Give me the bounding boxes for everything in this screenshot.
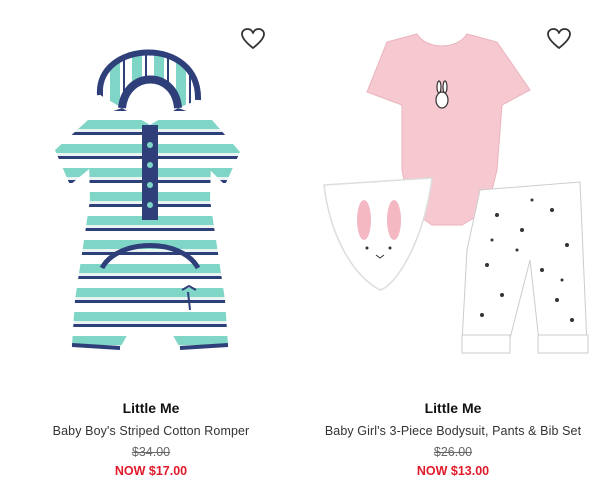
original-price: $26.00: [433, 445, 473, 459]
sale-price: NOW $13.00: [416, 464, 490, 478]
product-brand[interactable]: Little Me: [302, 398, 604, 418]
heart-outline-icon: [241, 28, 265, 49]
sale-price: NOW $17.00: [114, 464, 188, 478]
product-brand[interactable]: Little Me: [0, 398, 302, 418]
wishlist-heart-button[interactable]: [546, 27, 572, 51]
product-name[interactable]: Baby Girl's 3-Piece Bodysuit, Pants & Bi…: [302, 420, 604, 442]
product-info: Little Me Baby Girl's 3-Piece Bodysuit, …: [302, 398, 604, 480]
product-image-bodysuit-set[interactable]: [302, 0, 604, 390]
heart-outline-icon: [547, 28, 571, 49]
product-name[interactable]: Baby Boy's Striped Cotton Romper: [0, 420, 302, 442]
product-info: Little Me Baby Boy's Striped Cotton Romp…: [0, 398, 302, 480]
original-price: $34.00: [131, 445, 171, 459]
product-card-bodysuit-set[interactable]: Little Me Baby Girl's 3-Piece Bodysuit, …: [302, 0, 604, 487]
wishlist-heart-button[interactable]: [240, 27, 266, 51]
product-card-romper[interactable]: Little Me Baby Boy's Striped Cotton Romp…: [0, 0, 302, 487]
product-image-striped-romper[interactable]: [0, 0, 302, 390]
